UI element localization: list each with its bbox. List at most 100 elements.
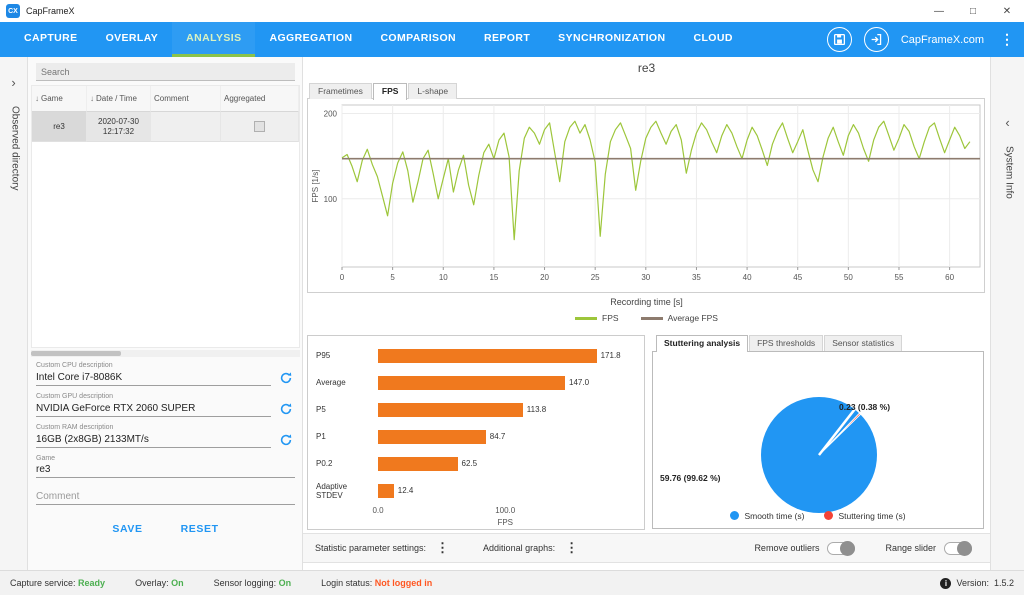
remove-outliers-toggle[interactable] [827,542,855,555]
record-table-header: ↓ Game ↓ Date / Time Comment Aggregated [32,86,299,112]
maximize-button[interactable]: □ [956,0,990,22]
column-header-game[interactable]: ↓ Game [32,86,87,112]
minimize-button[interactable]: — [922,0,956,22]
table-row[interactable]: re3 2020-07-30 12:17:32 [32,112,299,142]
observed-directory-strip: › Observed directory [0,57,28,570]
expand-system-info-icon[interactable]: ‹ [991,57,1024,130]
sensor-logging-value: On [279,578,292,588]
login-status-label: Login status: [321,578,372,588]
description-form: Custom CPU description Custom GPU descri… [36,362,295,539]
system-info-strip: ‹ System Info [990,57,1024,570]
scrollbar-thumb[interactable] [31,351,121,356]
stat-parameter-settings-kebab-icon[interactable]: ⋮ [426,540,459,556]
expand-observed-directory-icon[interactable]: › [0,57,27,90]
refresh-gpu-button[interactable] [277,401,295,417]
game-input[interactable] [36,463,295,478]
chart-controls-row: Statistic parameter settings: ⋮ Addition… [303,533,990,563]
overlay-value: On [171,578,184,588]
save-button[interactable]: SAVE [106,519,148,539]
fps-chart-legend: FPS Average FPS [303,313,990,323]
reset-button[interactable]: RESET [175,519,225,539]
capture-service-value: Ready [78,578,105,588]
refresh-icon [279,402,293,416]
x-axis-title: Recording time [s] [303,297,990,307]
fps-line-chart[interactable]: 051015202530354045505560100200FPS [1/s] [308,101,986,293]
capframex-site-link[interactable]: CapFrameX.com [901,34,984,46]
tab-sensor-statistics[interactable]: Sensor statistics [824,335,902,351]
stuttering-time-annotation: 0.23 (0.38 %) [839,402,890,412]
percentile-bar-chart: P95171.8Average147.0P5113.8P184.7P0.262.… [308,336,644,504]
login-button[interactable] [864,27,889,52]
remove-outliers-label: Remove outliers [754,543,819,553]
bar-category-label: Average [316,378,376,387]
legend-item-smooth: Smooth time (s) [730,511,804,521]
pie-legend: Smooth time (s) Stuttering time (s) [653,511,983,521]
tab-frametimes[interactable]: Frametimes [309,83,372,99]
svg-text:25: 25 [591,273,600,282]
tab-fps-thresholds[interactable]: FPS thresholds [749,335,823,351]
info-icon[interactable]: i [940,578,951,589]
additional-graphs-label: Additional graphs: [483,543,555,553]
login-status: Login status: Not logged in [321,578,432,588]
column-header-comment[interactable]: Comment [151,86,221,112]
login-icon [870,33,883,46]
column-header-aggregated[interactable]: Aggregated [221,86,299,112]
nav-tab-cloud[interactable]: CLOUD [679,22,746,57]
aggregated-checkbox[interactable] [254,121,265,132]
bar-value-label: 147.0 [569,378,589,387]
close-button[interactable]: ✕ [990,0,1024,22]
smooth-time-dot-icon [730,511,739,520]
analysis-main: re3 Frametimes FPS L-shape 0510152025303… [303,57,990,570]
range-slider-label: Range slider [885,543,936,553]
range-slider-toggle[interactable] [944,542,972,555]
additional-graphs-kebab-icon[interactable]: ⋮ [555,540,588,556]
tab-fps[interactable]: FPS [373,83,408,100]
refresh-ram-button[interactable] [277,432,295,448]
svg-text:100: 100 [324,195,338,204]
cell-time-text: 12:17:32 [103,127,134,136]
nav-tab-report[interactable]: REPORT [470,22,544,57]
save-icon [833,33,846,46]
fps-chart-box: 051015202530354045505560100200FPS [1/s] [307,98,985,293]
comment-input[interactable] [36,490,295,505]
bar-category-label: Adaptive STDEV [316,482,376,500]
tab-stuttering-analysis[interactable]: Stuttering analysis [656,335,748,352]
nav-tab-synchronization[interactable]: SYNCHRONIZATION [544,22,679,57]
gpu-description-label: Custom GPU description [36,393,295,400]
bar [378,457,458,471]
toggle-knob [840,541,855,556]
stuttering-time-label: Stuttering time (s) [838,511,905,521]
bar-row: Adaptive STDEV12.4 [308,477,644,504]
svg-text:45: 45 [793,273,802,282]
screenshot-button[interactable] [827,27,852,52]
bar-category-label: P95 [316,351,376,360]
version-label: Version: [956,578,989,588]
bar-category-label: P5 [316,405,376,414]
ram-description-input[interactable] [36,433,271,448]
horizontal-scrollbar[interactable] [31,350,300,357]
title-bar: CX CapFrameX — □ ✕ [0,0,1024,22]
gpu-description-input[interactable] [36,402,271,417]
search-input[interactable] [36,63,295,81]
legend-item-stuttering: Stuttering time (s) [824,511,905,521]
cpu-description-input[interactable] [36,371,271,386]
nav-menu-kebab-icon[interactable]: ⋮ [996,31,1018,48]
nav-tab-comparison[interactable]: COMPARISON [366,22,470,57]
refresh-icon [279,371,293,385]
nav-tab-analysis[interactable]: ANALYSIS [172,22,255,57]
bar-value-label: 84.7 [490,432,506,441]
bar [378,349,597,363]
refresh-cpu-button[interactable] [277,370,295,386]
legend-item-average-fps: Average FPS [641,313,718,323]
window-title: CapFrameX [26,6,75,16]
tab-lshape[interactable]: L-shape [408,83,457,99]
column-header-datetime[interactable]: ↓ Date / Time [87,86,151,112]
legend-average-fps-label: Average FPS [668,313,718,323]
ram-description-label: Custom RAM description [36,424,295,431]
nav-tab-overlay[interactable]: OVERLAY [92,22,173,57]
bar-row: P95171.8 [308,342,644,369]
bar [378,403,523,417]
svg-text:50: 50 [844,273,853,282]
nav-tab-aggregation[interactable]: AGGREGATION [255,22,366,57]
nav-tab-capture[interactable]: CAPTURE [10,22,92,57]
